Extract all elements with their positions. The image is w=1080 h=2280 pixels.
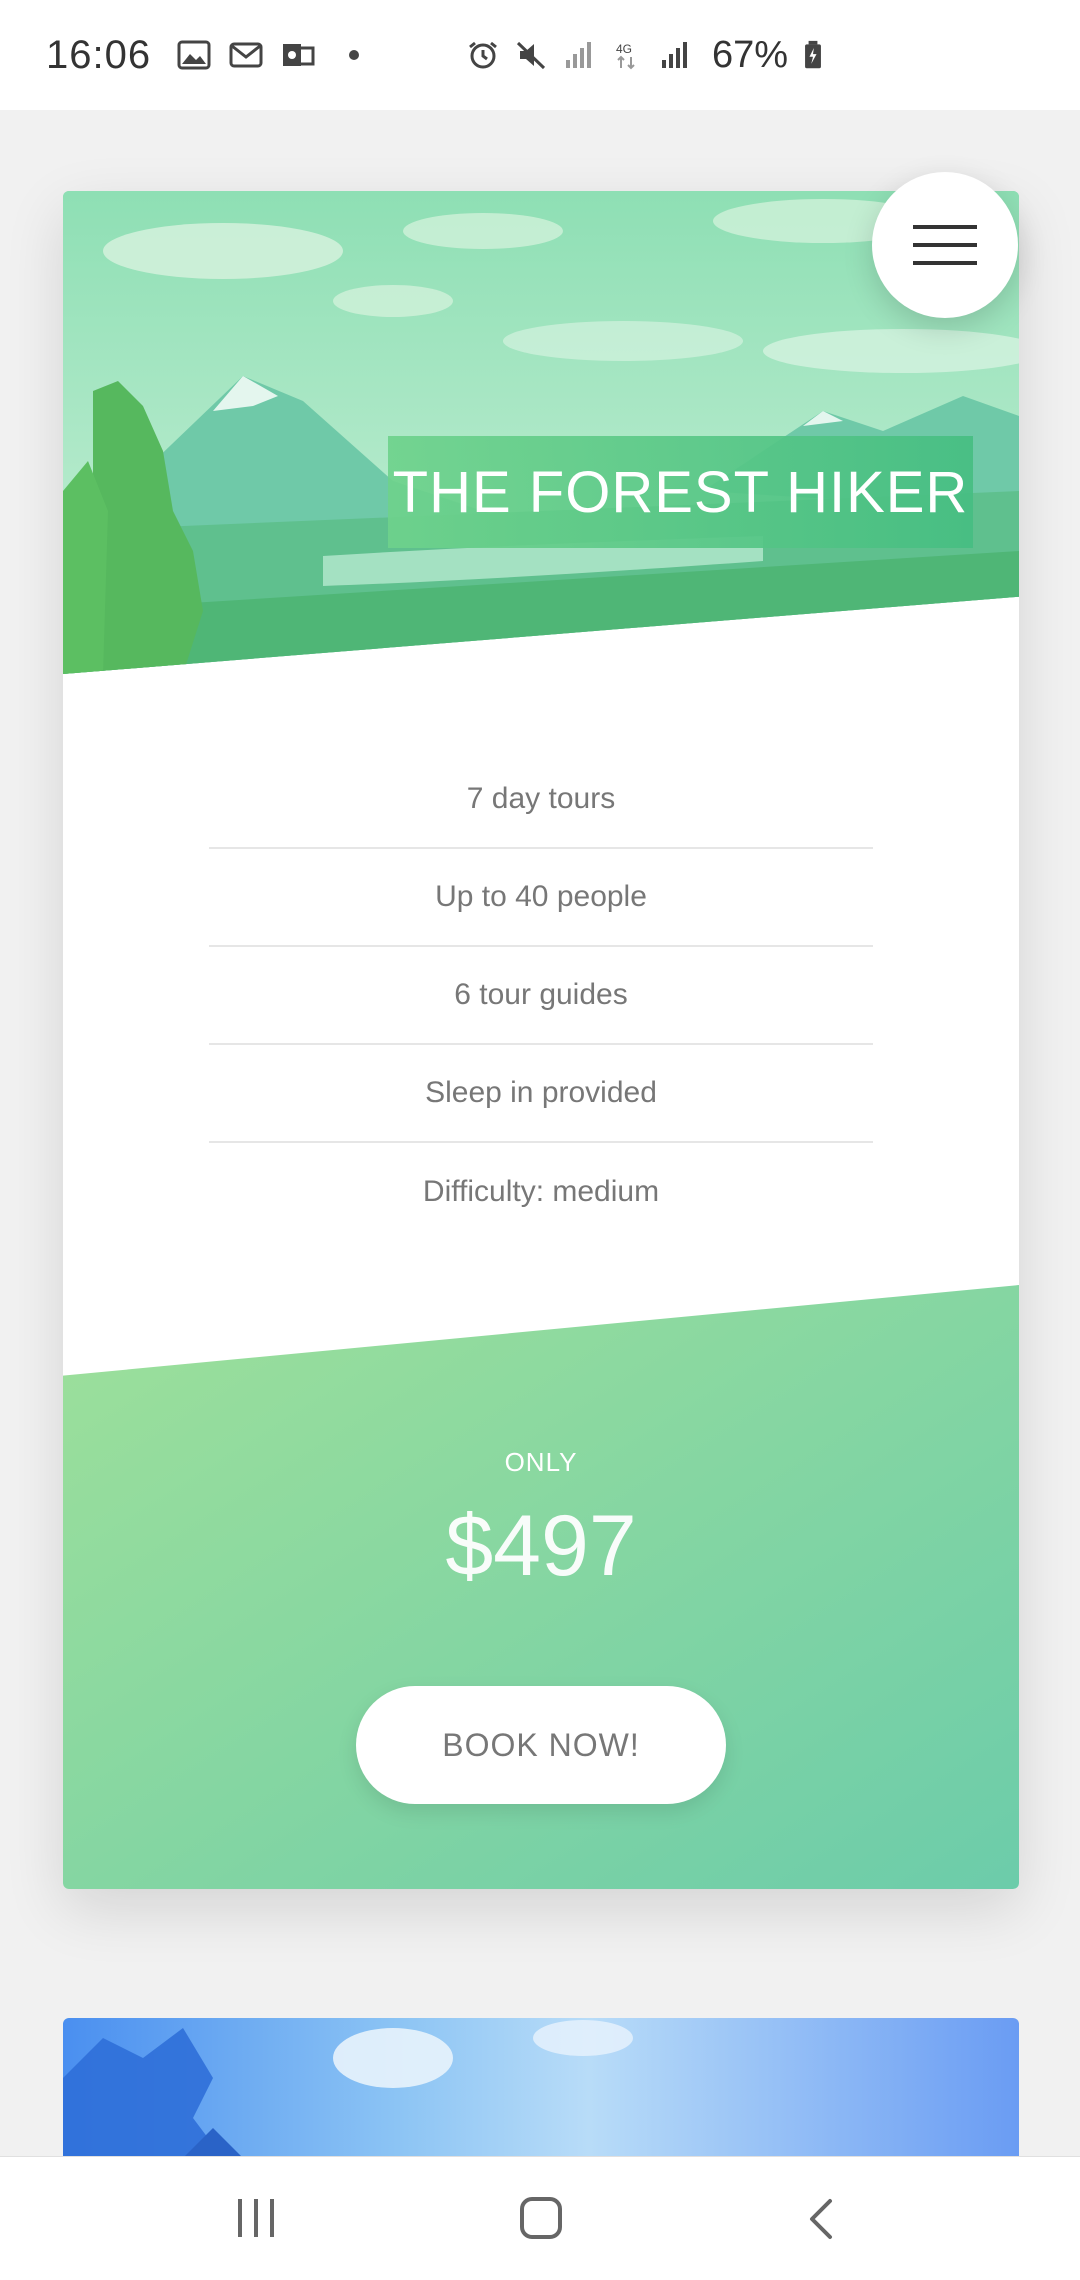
notification-dot-icon bbox=[349, 50, 360, 60]
price-value: $497 bbox=[445, 1498, 637, 1594]
battery-percent: 67% bbox=[712, 33, 789, 76]
feature-item: 6 tour guides bbox=[209, 947, 873, 1045]
back-icon[interactable] bbox=[806, 2197, 836, 2241]
4g-icon: 4G bbox=[616, 42, 635, 70]
feature-item: Difficulty: medium bbox=[422, 1175, 660, 1208]
svg-text:4G: 4G bbox=[616, 42, 632, 56]
recent-apps-icon[interactable] bbox=[238, 2199, 274, 2237]
alarm-icon bbox=[469, 41, 497, 69]
gmail-icon bbox=[229, 42, 263, 68]
feature-item: 7 day tours bbox=[209, 751, 873, 849]
battery-charging-icon bbox=[805, 40, 822, 69]
tour-card: THE FOREST HIKER 7 day tours Up to 40 pe… bbox=[63, 191, 1019, 1889]
hamburger-icon bbox=[913, 225, 977, 229]
menu-button[interactable] bbox=[872, 172, 1018, 318]
hamburger-icon bbox=[913, 243, 977, 247]
feature-item: Sleep in provided bbox=[209, 1045, 873, 1143]
status-bar: 16:06 4G 67% bbox=[0, 0, 1080, 110]
book-now-button[interactable]: BOOK NOW! bbox=[356, 1686, 726, 1804]
tour-title: THE FOREST HIKER bbox=[388, 436, 973, 548]
home-icon[interactable] bbox=[520, 2197, 562, 2239]
price-label: ONLY bbox=[504, 1447, 578, 1477]
system-nav-bar bbox=[0, 2156, 1080, 2280]
sky-trees-image bbox=[63, 2020, 633, 2158]
features-list: 7 day tours Up to 40 people 6 tour guide… bbox=[209, 751, 873, 1241]
signal-icon bbox=[566, 42, 591, 68]
hamburger-icon bbox=[913, 261, 977, 265]
status-time: 16:06 bbox=[46, 32, 152, 77]
next-tour-card-image[interactable] bbox=[63, 2018, 1019, 2158]
feature-item: Up to 40 people bbox=[209, 849, 873, 947]
gallery-icon bbox=[177, 40, 211, 70]
signal-icon bbox=[662, 42, 687, 68]
mute-icon bbox=[516, 41, 546, 70]
outlook-icon bbox=[283, 44, 315, 66]
